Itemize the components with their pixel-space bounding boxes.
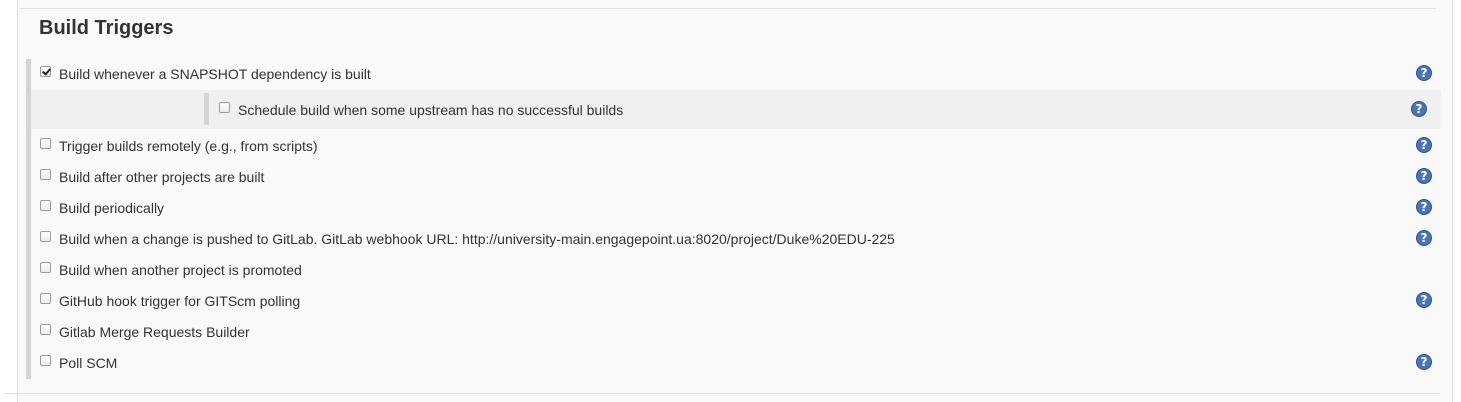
checkbox[interactable] <box>40 261 51 273</box>
trigger-github-hook[interactable]: GitHub hook trigger for GITScm polling <box>40 290 300 312</box>
help-icon[interactable] <box>1411 101 1427 117</box>
trigger-label: Trigger builds remotely (e.g., from scri… <box>59 138 318 154</box>
help-icon[interactable] <box>1416 292 1432 308</box>
help-icon[interactable] <box>1416 354 1432 370</box>
trigger-gitlab-push[interactable]: Build when a change is pushed to GitLab.… <box>40 228 895 250</box>
help-icon[interactable] <box>1416 168 1432 184</box>
trigger-snapshot-dependency[interactable]: Build whenever a SNAPSHOT dependency is … <box>40 63 371 85</box>
trigger-label: Build after other projects are built <box>59 169 265 185</box>
checkbox[interactable] <box>40 323 51 335</box>
section-title: Build Triggers <box>39 17 174 39</box>
checkbox[interactable] <box>40 137 51 149</box>
help-icon[interactable] <box>1416 230 1432 246</box>
trigger-label: Build whenever a SNAPSHOT dependency is … <box>59 66 371 82</box>
trigger-upstream-no-successful[interactable]: Schedule build when some upstream has no… <box>219 99 623 121</box>
trigger-periodically[interactable]: Build periodically <box>40 197 164 219</box>
trigger-remote[interactable]: Trigger builds remotely (e.g., from scri… <box>40 135 318 157</box>
checkbox[interactable] <box>40 354 51 366</box>
help-icon[interactable] <box>1416 137 1432 153</box>
trigger-label: Gitlab Merge Requests Builder <box>59 324 250 340</box>
help-icon[interactable] <box>1416 199 1432 215</box>
checkbox[interactable] <box>40 65 51 77</box>
trigger-project-promoted[interactable]: Build when another project is promoted <box>40 259 302 281</box>
trigger-label: Build periodically <box>59 200 165 216</box>
top-divider <box>20 8 1436 9</box>
trigger-label: Schedule build when some upstream has no… <box>238 102 624 118</box>
trigger-label: Poll SCM <box>59 355 118 371</box>
help-icon[interactable] <box>1416 65 1432 81</box>
trigger-label: GitHub hook trigger for GITScm polling <box>59 293 301 309</box>
trigger-label: Build when another project is promoted <box>59 262 302 278</box>
trigger-poll-scm[interactable]: Poll SCM <box>40 352 117 374</box>
checkbox[interactable] <box>219 101 230 113</box>
checkbox[interactable] <box>40 168 51 180</box>
checkbox[interactable] <box>40 292 51 304</box>
checkbox[interactable] <box>40 230 51 242</box>
nested-indent-bar <box>204 93 209 125</box>
bottom-divider <box>4 393 1440 394</box>
trigger-gitlab-merge-requests[interactable]: Gitlab Merge Requests Builder <box>40 321 250 343</box>
trigger-after-other-projects[interactable]: Build after other projects are built <box>40 166 264 188</box>
checkbox[interactable] <box>40 199 51 211</box>
trigger-label: Build when a change is pushed to GitLab.… <box>59 231 895 247</box>
